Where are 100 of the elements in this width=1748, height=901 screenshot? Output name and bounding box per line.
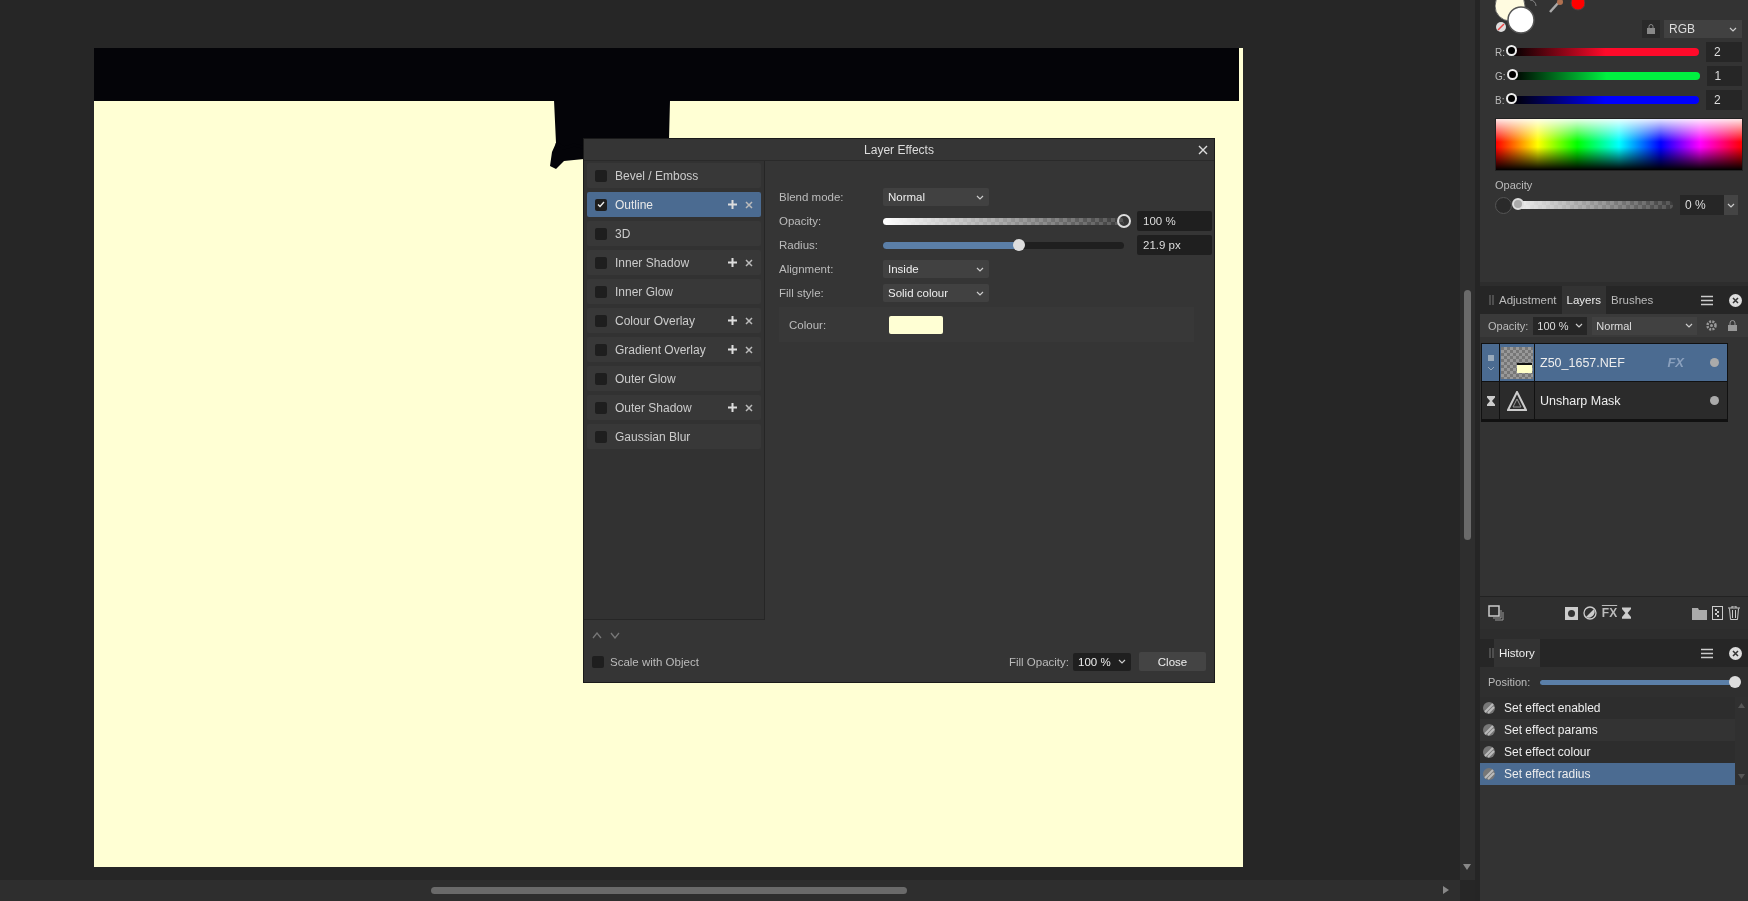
checkbox[interactable] (595, 256, 607, 269)
history-item[interactable]: Set effect colour (1480, 741, 1735, 763)
dropdown-button[interactable] (1724, 195, 1738, 215)
menu-icon[interactable] (1701, 294, 1713, 306)
panel-tab[interactable]: History (1494, 639, 1540, 667)
adjustment-icon[interactable] (1582, 606, 1597, 620)
checkbox[interactable] (595, 372, 607, 385)
effect-item[interactable]: 3D (587, 221, 761, 246)
slider-thumb[interactable] (1506, 69, 1518, 80)
slider-thumb[interactable] (1505, 93, 1517, 104)
layers-icon[interactable] (1488, 605, 1504, 621)
visibility-dot[interactable] (1710, 358, 1719, 367)
grip-icon[interactable] (1489, 648, 1494, 658)
lock-button[interactable] (1642, 20, 1660, 38)
colour-swatch[interactable] (1495, 196, 1512, 214)
effects-button[interactable]: FX (1601, 606, 1618, 620)
plus-icon[interactable] (728, 200, 737, 209)
close-button[interactable]: Close (1139, 652, 1206, 671)
effect-label: Bevel / Emboss (615, 168, 700, 183)
effect-label: 3D (615, 226, 632, 241)
caret-icon (1685, 323, 1694, 328)
checker-icon[interactable] (1712, 606, 1723, 620)
checkbox[interactable] (595, 314, 607, 327)
value-field[interactable]: 0 % (1680, 195, 1724, 215)
dropdown[interactable]: Normal (883, 188, 989, 206)
slider-thumb[interactable] (1117, 213, 1131, 228)
close-icon[interactable] (745, 403, 753, 412)
slider-thumb[interactable] (1729, 675, 1742, 688)
visibility-dot[interactable] (1710, 396, 1719, 405)
field-label: Fill Opacity: (1008, 655, 1069, 668)
slider-thumb[interactable] (1013, 238, 1026, 251)
value-field[interactable]: 1 (1706, 66, 1742, 86)
plus-icon[interactable] (728, 258, 737, 267)
dropdown[interactable]: 100 % (1533, 316, 1588, 335)
field-label: Radius: (779, 239, 819, 251)
scrollbar-thumb[interactable] (1464, 290, 1471, 540)
layer-row[interactable]: Unsharp Mask (1482, 382, 1727, 420)
checkbox[interactable] (595, 343, 607, 356)
mask-icon[interactable] (1564, 606, 1578, 620)
caret-icon (976, 266, 984, 272)
colour-swatch[interactable] (889, 315, 943, 334)
value-field[interactable]: 2 (1706, 42, 1742, 62)
checkbox[interactable] (595, 169, 607, 182)
scroll-down-icon[interactable] (1463, 864, 1471, 870)
plus-icon[interactable] (728, 316, 737, 325)
value-field[interactable]: 100 % (1137, 211, 1212, 231)
close-icon[interactable] (1198, 145, 1208, 155)
settings-icon[interactable] (1706, 320, 1718, 331)
effect-item[interactable]: Inner Glow (587, 279, 761, 304)
trash-icon[interactable] (1728, 606, 1740, 620)
panel-tab[interactable]: Layers (1561, 286, 1607, 314)
brush-stroke-icon (1482, 723, 1496, 737)
scroll-right-icon[interactable] (1443, 886, 1449, 894)
dropdown[interactable]: Inside (883, 260, 989, 278)
menu-icon[interactable] (1701, 647, 1713, 659)
checkbox-label: Scale with Object (610, 655, 699, 668)
layer-name: Z50_1657.NEF (1539, 355, 1626, 370)
close-icon[interactable] (745, 316, 753, 325)
panel-tab[interactable]: Adjustment (1494, 286, 1562, 314)
effect-item[interactable]: Gaussian Blur (587, 424, 761, 449)
close-icon[interactable] (1729, 293, 1742, 307)
effect-label: Outline (615, 197, 655, 212)
dropdown[interactable]: RGB (1664, 20, 1742, 38)
checkbox[interactable] (595, 198, 607, 211)
grip-icon[interactable] (1489, 295, 1494, 305)
plus-icon[interactable] (728, 403, 737, 412)
hourglass-icon[interactable] (1622, 607, 1632, 619)
checkbox[interactable] (595, 401, 607, 414)
effect-item[interactable]: Inner Shadow (587, 250, 761, 275)
folder-icon[interactable] (1692, 606, 1707, 620)
history-item[interactable]: Set effect radius (1480, 763, 1735, 785)
checkbox[interactable] (595, 227, 607, 240)
effect-item[interactable]: Outer Glow (587, 366, 761, 391)
checkbox[interactable] (595, 430, 607, 443)
effect-item[interactable]: Bevel / Emboss (587, 163, 761, 188)
field-label: Opacity: (779, 215, 823, 227)
slider-thumb[interactable] (1512, 198, 1524, 210)
effect-item[interactable]: Outer Shadow (587, 395, 761, 420)
effect-item[interactable]: Colour Overlay (587, 308, 761, 333)
layer-row[interactable]: Z50_1657.NEF FX (1482, 344, 1727, 382)
lock-icon[interactable] (1728, 320, 1738, 331)
dropdown[interactable]: Solid colour (883, 284, 989, 302)
close-icon[interactable] (1729, 646, 1742, 660)
colour-spectrum[interactable] (1495, 118, 1743, 171)
history-item[interactable]: Set effect enabled (1480, 697, 1735, 719)
effect-item[interactable]: Outline (587, 192, 761, 217)
value-field[interactable]: 2 (1705, 90, 1742, 110)
plus-icon[interactable] (728, 345, 737, 354)
scrollbar-thumb[interactable] (431, 887, 907, 894)
dropdown[interactable]: Normal (1592, 316, 1698, 335)
panel-tab[interactable]: Brushes (1606, 286, 1659, 314)
slider-thumb[interactable] (1506, 45, 1517, 56)
close-icon[interactable] (745, 345, 753, 354)
checkbox[interactable] (595, 285, 607, 298)
dropdown[interactable]: 100 % (1073, 652, 1131, 671)
value-field[interactable]: 21.9 px (1137, 235, 1212, 255)
field-label: Blend mode: (779, 191, 845, 203)
effect-item[interactable]: Gradient Overlay (587, 337, 761, 362)
close-icon[interactable] (745, 258, 753, 267)
channel-label: R: (1495, 46, 1505, 58)
